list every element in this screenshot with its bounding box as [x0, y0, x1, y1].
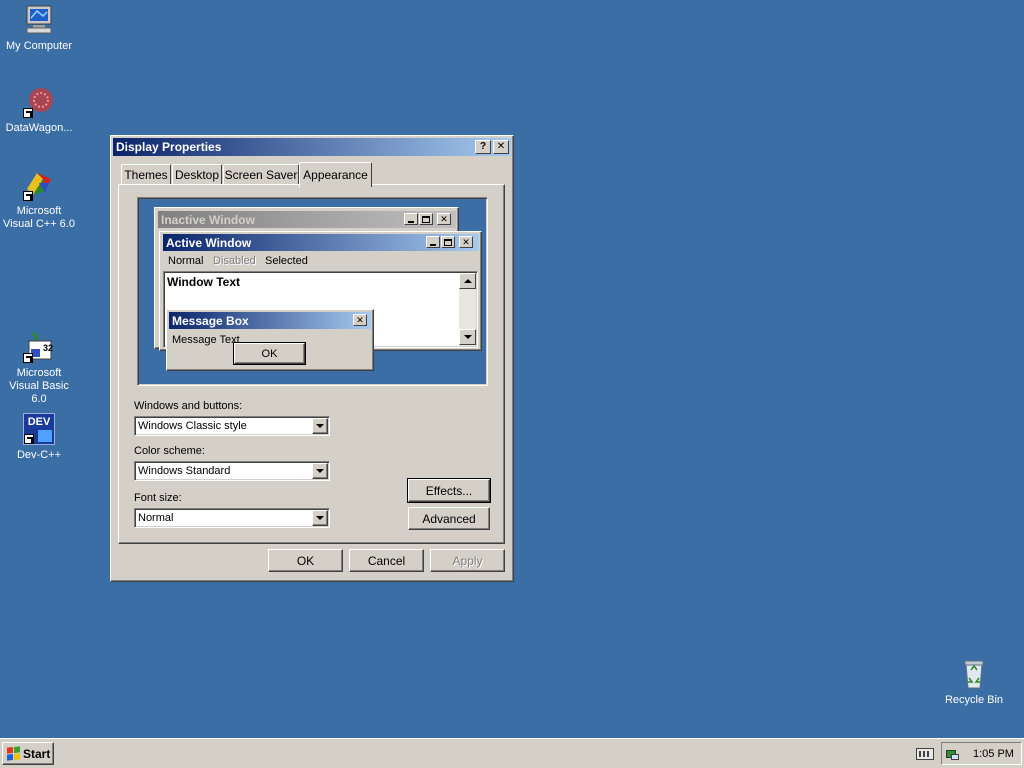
clock[interactable]: 1:05 PM [973, 748, 1014, 760]
tab-label: Appearance [303, 168, 368, 182]
desktop-icon-label: My Computer [5, 40, 73, 52]
apply-button[interactable]: Apply [430, 549, 505, 572]
desktop-icon-recycle-bin[interactable]: Recycle Bin [934, 658, 1014, 707]
shortcut-arrow-icon [23, 108, 33, 118]
desktop-icon-label: Recycle Bin [944, 694, 1004, 706]
preview-menu-disabled: Disabled [213, 255, 256, 267]
tab-label: Themes [124, 168, 168, 182]
preview-ok-label: OK [261, 347, 278, 360]
dev-icon-text: DEV [27, 416, 51, 428]
effects-button[interactable]: Effects... [407, 478, 491, 503]
start-label: Start [23, 746, 51, 761]
preview-inactive-title: Inactive Window [161, 212, 255, 227]
visual-cpp-icon [23, 169, 55, 201]
tab-desktop[interactable]: Desktop [172, 164, 222, 185]
close-icon: ✕ [496, 141, 506, 152]
chevron-down-icon[interactable] [312, 463, 328, 479]
windows-logo-icon [7, 746, 20, 761]
preview-message-text: Message Text [172, 334, 240, 346]
svg-text:32: 32 [43, 343, 53, 353]
tab-label: Desktop [174, 168, 220, 182]
help-icon: ? [479, 141, 487, 152]
maximize-icon [419, 213, 433, 225]
font-size-value: Normal [138, 512, 174, 524]
preview-message-box-title: Message Box [172, 313, 249, 328]
desktop-icon-datawagon[interactable]: DataWagon... [0, 86, 79, 135]
cancel-button[interactable]: Cancel [349, 549, 424, 572]
windows-and-buttons-value: Windows Classic style [138, 420, 247, 432]
preview-window-text: Window Text [167, 275, 240, 289]
ok-label: OK [296, 553, 315, 568]
font-size-label: Font size: [134, 492, 182, 504]
tab-screen-saver[interactable]: Screen Saver [223, 164, 299, 185]
tab-appearance[interactable]: Appearance [299, 162, 372, 187]
taskbar: Start 1:05 PM [0, 738, 1024, 768]
color-scheme-select[interactable]: Windows Standard [134, 461, 330, 481]
advanced-button[interactable]: Advanced [408, 507, 490, 530]
color-scheme-label: Color scheme: [134, 445, 205, 457]
desktop-icon-dev-cpp[interactable]: DEV Dev-C++ [0, 413, 79, 462]
desktop-icon-label: Microsoft Visual C++ 6.0 [3, 205, 75, 230]
preview-active-title: Active Window [166, 235, 252, 250]
datawagon-icon [23, 86, 55, 118]
scroll-up-icon [459, 273, 476, 289]
system-tray: 1:05 PM [941, 742, 1022, 765]
cancel-label: Cancel [367, 553, 406, 568]
maximize-icon [441, 236, 455, 248]
preview-menu-normal: Normal [168, 255, 204, 267]
my-computer-icon [23, 4, 55, 36]
chevron-down-icon[interactable] [312, 510, 328, 526]
desktop-icon-label: Microsoft Visual Basic 6.0 [9, 367, 69, 405]
shortcut-arrow-icon [23, 191, 33, 201]
desktop-icon-visual-cpp[interactable]: Microsoft Visual C++ 6.0 [0, 169, 79, 231]
color-scheme-value: Windows Standard [138, 465, 231, 477]
preview-ok-button: OK [233, 342, 306, 365]
tab-themes[interactable]: Themes [121, 164, 171, 185]
desktop-icon-label: Dev-C++ [16, 449, 62, 461]
windows-and-buttons-select[interactable]: Windows Classic style [134, 416, 330, 436]
help-button[interactable]: ? [475, 140, 491, 154]
apply-label: Apply [452, 553, 483, 568]
close-icon: ✕ [353, 314, 367, 326]
close-icon: ✕ [459, 236, 473, 248]
minimize-icon [426, 236, 440, 248]
windows-and-buttons-label: Windows and buttons: [134, 400, 243, 412]
advanced-label: Advanced [422, 511, 476, 526]
close-button[interactable]: ✕ [493, 140, 509, 154]
keyboard-icon[interactable] [916, 748, 934, 760]
dev-cpp-icon: DEV [23, 413, 55, 445]
close-icon: ✕ [437, 213, 451, 225]
dialog-title: Display Properties [116, 140, 222, 154]
effects-label: Effects... [425, 483, 473, 498]
shortcut-arrow-icon [23, 353, 33, 363]
ok-button[interactable]: OK [268, 549, 343, 572]
desktop-icon-my-computer[interactable]: My Computer [0, 4, 79, 53]
desktop-icon-label: DataWagon... [5, 122, 73, 134]
desktop-icon-visual-basic[interactable]: 32 Microsoft Visual Basic 6.0 [0, 331, 79, 406]
minimize-icon [404, 213, 418, 225]
font-size-select[interactable]: Normal [134, 508, 330, 528]
recycle-bin-icon [958, 658, 990, 690]
shortcut-arrow-icon [24, 434, 34, 444]
dialog-title-bar[interactable]: Display Properties [113, 138, 511, 156]
preview-message-box-title-bar: Message Box [169, 312, 371, 329]
preview-menu-selected: Selected [265, 255, 308, 267]
scroll-down-icon [459, 329, 476, 345]
network-icon[interactable] [945, 746, 961, 762]
tab-label: Screen Saver [224, 168, 298, 182]
chevron-down-icon[interactable] [312, 418, 328, 434]
start-button[interactable]: Start [2, 742, 54, 765]
visual-basic-icon: 32 [23, 331, 55, 363]
